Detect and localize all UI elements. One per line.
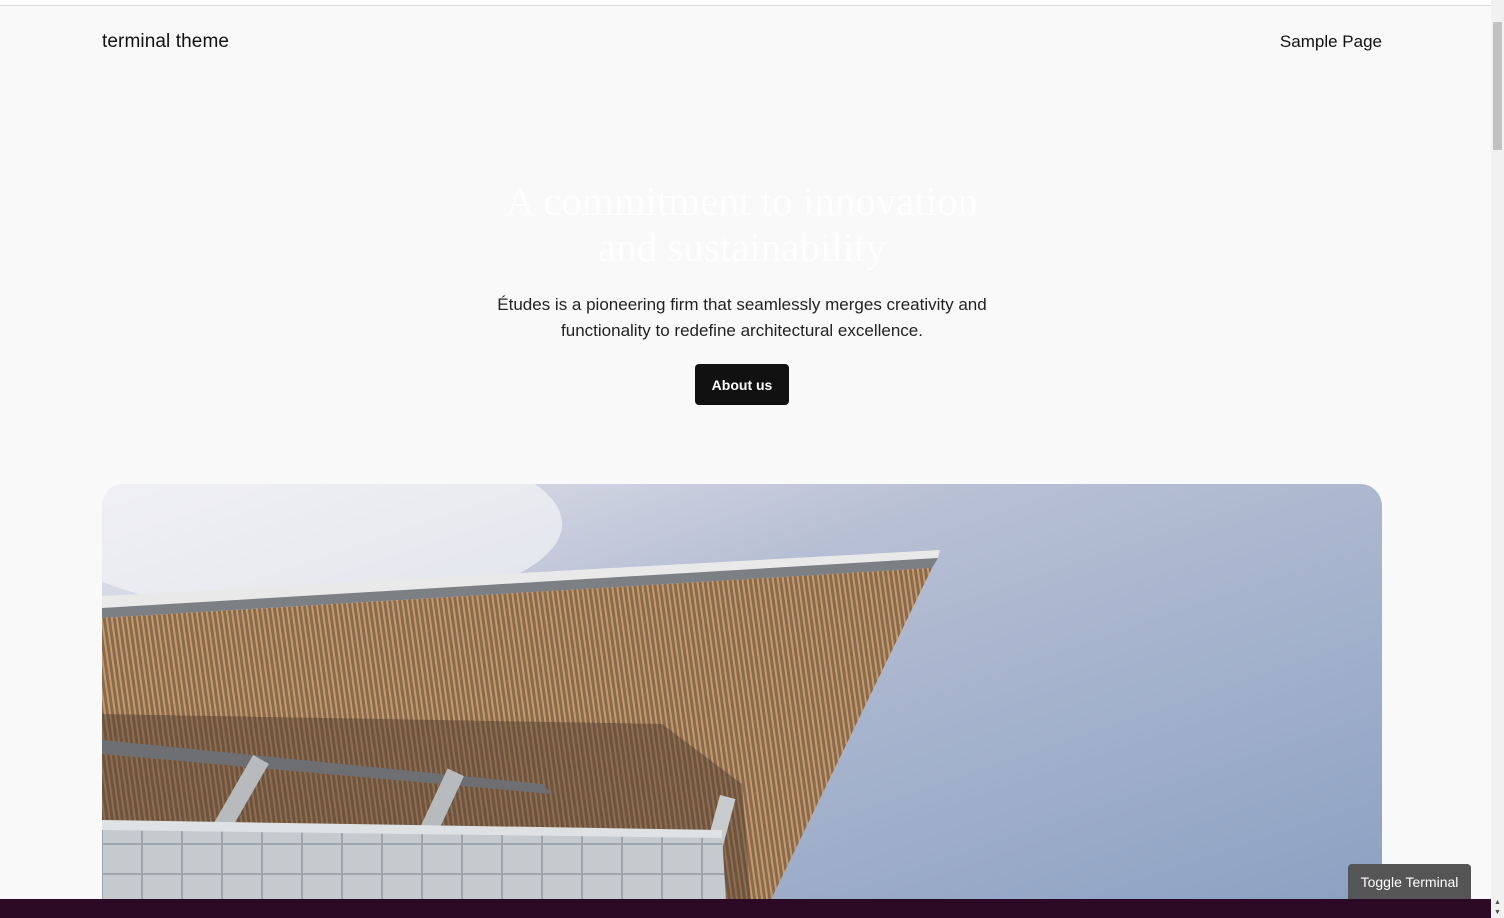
nav-item-sample-page[interactable]: Sample Page	[1280, 32, 1382, 51]
scroll-down-arrow-icon[interactable]: ▼	[1491, 908, 1504, 918]
scrollbar-thumb[interactable]	[1493, 22, 1502, 150]
hero-building-image	[102, 484, 1382, 918]
page-scrollbar[interactable]: ▲ ▼	[1491, 0, 1504, 918]
site-header: terminal theme Sample Page	[102, 28, 1382, 56]
primary-nav: Sample Page	[1280, 32, 1382, 52]
browser-top-edge	[0, 0, 1491, 6]
hero-description-line-1: Études is a pioneering firm that seamles…	[497, 295, 987, 314]
terminal-panel-bar	[0, 899, 1491, 918]
toggle-terminal-button[interactable]: Toggle Terminal	[1348, 864, 1471, 899]
hero-heading-line-2: and sustainability	[597, 224, 887, 270]
hero-heading-line-1: A commitment to innovation	[505, 178, 979, 224]
hero-description-line-2: functionality to redefine architectural …	[561, 321, 923, 340]
about-us-button[interactable]: About us	[695, 364, 789, 405]
scroll-up-arrow-icon[interactable]: ▲	[1491, 898, 1504, 908]
hero-description: Études is a pioneering firm that seamles…	[462, 292, 1022, 344]
hero-heading: A commitment to innovation and sustainab…	[452, 178, 1032, 270]
site-title[interactable]: terminal theme	[102, 31, 229, 53]
